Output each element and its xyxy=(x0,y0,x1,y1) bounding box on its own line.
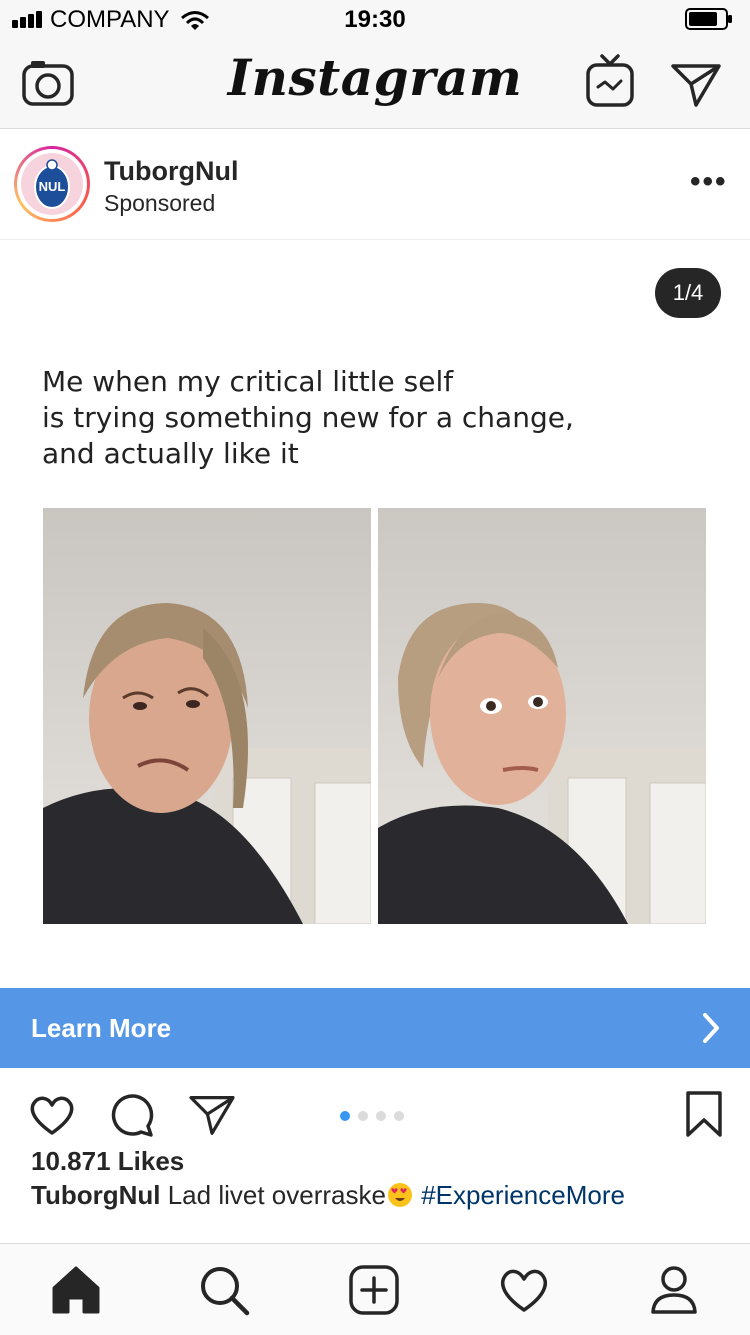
meme-text: Me when my critical little self is tryin… xyxy=(42,364,574,472)
like-heart-icon[interactable] xyxy=(28,1094,76,1136)
bookmark-icon[interactable] xyxy=(684,1090,724,1138)
igtv-icon[interactable] xyxy=(585,54,635,108)
meme-text-line: Me when my critical little self xyxy=(42,365,454,398)
share-icon[interactable] xyxy=(188,1094,236,1136)
learn-more-label: Learn More xyxy=(31,1013,172,1043)
add-post-icon[interactable] xyxy=(346,1262,402,1318)
tuborg-nul-logo: NUL xyxy=(34,159,70,209)
profile-icon[interactable] xyxy=(646,1262,702,1318)
chevron-right-icon xyxy=(703,1013,719,1043)
caption-text: Lad livet overraske xyxy=(167,1180,386,1210)
heart-eyes-emoji-icon xyxy=(387,1183,412,1207)
carousel-dot xyxy=(394,1111,404,1121)
carousel-dots xyxy=(340,1108,412,1126)
more-options-icon[interactable]: ••• xyxy=(690,167,728,197)
caption-username[interactable]: TuborgNul xyxy=(31,1180,160,1210)
comment-icon[interactable] xyxy=(108,1092,156,1138)
status-bar: COMPANY 19:30 xyxy=(0,0,750,40)
home-icon[interactable] xyxy=(48,1262,104,1318)
post-caption: TuborgNul Lad livet overraske #Experienc… xyxy=(31,1180,625,1211)
likes-count[interactable]: 10.871 Likes xyxy=(31,1146,184,1177)
svg-text:NUL: NUL xyxy=(39,179,66,194)
carousel-dot xyxy=(376,1111,386,1121)
slide-counter: 1/4 xyxy=(655,268,721,318)
instagram-logo: Instagram xyxy=(227,48,523,107)
direct-message-icon[interactable] xyxy=(670,62,722,108)
meme-photo-right xyxy=(378,508,706,924)
activity-heart-icon[interactable] xyxy=(496,1262,552,1318)
status-time: 19:30 xyxy=(344,6,406,33)
carousel-dot xyxy=(358,1111,368,1121)
caption-hashtag[interactable]: #ExperienceMore xyxy=(421,1180,625,1210)
avatar[interactable]: NUL xyxy=(21,153,83,215)
post-username[interactable]: TuborgNul xyxy=(104,156,238,187)
meme-text-line: and actually like it xyxy=(42,437,299,470)
sponsored-label: Sponsored xyxy=(104,190,216,216)
battery-icon xyxy=(685,8,732,30)
meme-photo-left xyxy=(43,508,371,924)
carousel-dot-active xyxy=(340,1111,350,1121)
meme-text-line: is trying something new for a change, xyxy=(42,401,574,434)
search-icon[interactable] xyxy=(196,1262,252,1318)
